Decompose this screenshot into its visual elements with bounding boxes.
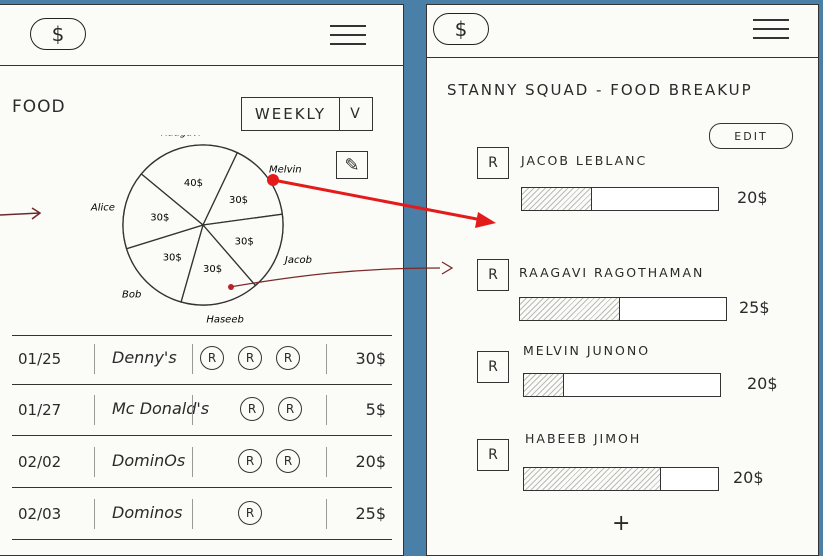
transaction-amount: 25$ bbox=[355, 504, 386, 523]
transaction-row[interactable]: 01/25 Denny's 30$ R R R bbox=[12, 335, 392, 385]
dollar-icon: $ bbox=[51, 22, 65, 46]
pie-category-label: Alice bbox=[90, 202, 115, 213]
share-progress-fill bbox=[524, 468, 661, 490]
member-avatar-icon[interactable]: R bbox=[240, 397, 264, 421]
transaction-amount: 30$ bbox=[355, 349, 386, 368]
chevron-down-icon[interactable]: V bbox=[340, 98, 372, 130]
transaction-place: DominOs bbox=[112, 451, 186, 470]
member-avatar-icon[interactable]: R bbox=[200, 346, 224, 370]
share-progress-fill bbox=[520, 298, 620, 320]
top-bar: $ bbox=[427, 5, 818, 58]
member-avatar-icon[interactable]: R bbox=[477, 439, 509, 471]
period-select-value: WEEKLY bbox=[242, 98, 340, 130]
food-overview-screen: $ FOOD WEEKLY V ✎ 40$Raagavi30$Melvin30$… bbox=[0, 4, 404, 556]
transaction-date: 01/25 bbox=[18, 350, 62, 368]
member-row[interactable]: R MELVIN JUNONO 20$ bbox=[427, 339, 820, 439]
member-avatar-icon[interactable]: R bbox=[278, 397, 302, 421]
transaction-row[interactable]: 02/03 Dominos 25$ R bbox=[12, 491, 392, 540]
member-amount: 25$ bbox=[739, 298, 770, 317]
member-avatar-icon[interactable]: R bbox=[477, 147, 509, 179]
transaction-date: 01/27 bbox=[18, 401, 62, 419]
member-amount: 20$ bbox=[747, 374, 778, 393]
member-row[interactable]: R RAAGAVI RAGOTHAMAN 25$ bbox=[427, 247, 820, 347]
expense-pie-chart: 40$ Raagavi 30$ Melvin 30$ Jacob 30$ Haseeb 30$ B… bbox=[0, 135, 312, 326]
pie-category-label: Haseeb bbox=[206, 315, 244, 326]
share-progress-bar bbox=[523, 373, 721, 397]
member-avatar-icon[interactable]: R bbox=[276, 346, 300, 370]
share-progress-fill bbox=[522, 188, 592, 210]
currency-button[interactable]: $ bbox=[433, 13, 489, 45]
transaction-amount: 5$ bbox=[365, 400, 386, 419]
member-amount: 20$ bbox=[737, 188, 768, 207]
pie-category-label: Raagavi bbox=[161, 135, 202, 138]
share-progress-fill bbox=[524, 374, 565, 396]
top-bar: $ bbox=[0, 5, 403, 66]
pie-value-label: 40$ bbox=[184, 178, 203, 189]
share-progress-bar bbox=[521, 187, 719, 211]
pie-value-label: 30$ bbox=[229, 195, 248, 206]
member-amount: 20$ bbox=[733, 468, 764, 487]
member-avatar-icon[interactable]: R bbox=[477, 259, 509, 291]
transaction-row[interactable]: 01/27 Mc Donald's 5$ R R bbox=[12, 387, 392, 436]
period-select[interactable]: WEEKLY V bbox=[241, 97, 373, 131]
transaction-row[interactable]: 02/02 DominOs 20$ R R bbox=[12, 439, 392, 488]
pie-value-label: 30$ bbox=[163, 252, 182, 263]
member-avatar-icon[interactable]: R bbox=[238, 449, 262, 473]
page-title: STANNY SQUAD - FOOD BREAKUP bbox=[447, 81, 753, 99]
member-name: HABEEB JIMOH bbox=[525, 431, 642, 446]
member-name: RAAGAVI RAGOTHAMAN bbox=[519, 265, 705, 280]
member-name: MELVIN JUNONO bbox=[523, 343, 651, 358]
dollar-icon: $ bbox=[454, 17, 468, 41]
hamburger-menu-icon[interactable] bbox=[753, 17, 789, 41]
pie-category-label: Jacob bbox=[283, 255, 312, 266]
member-avatar-icon[interactable]: R bbox=[238, 501, 262, 525]
member-avatar-icon[interactable]: R bbox=[238, 346, 262, 370]
pie-value-label: 30$ bbox=[235, 237, 254, 248]
transaction-date: 02/03 bbox=[18, 505, 62, 523]
transaction-date: 02/02 bbox=[18, 453, 62, 471]
food-breakup-screen: $ STANNY SQUAD - FOOD BREAKUP EDIT R JACO… bbox=[426, 4, 819, 556]
currency-button[interactable]: $ bbox=[30, 18, 86, 50]
hamburger-menu-icon[interactable] bbox=[330, 23, 366, 47]
member-avatar-icon[interactable]: R bbox=[477, 351, 509, 383]
share-progress-bar bbox=[523, 467, 719, 491]
share-progress-bar bbox=[519, 297, 727, 321]
member-name: JACOB LEBLANC bbox=[521, 153, 648, 168]
pie-category-label: Melvin bbox=[269, 164, 302, 175]
pie-value-label: 30$ bbox=[203, 264, 222, 275]
transaction-place: Denny's bbox=[112, 348, 177, 367]
transaction-place: Mc Donald's bbox=[112, 399, 210, 418]
transaction-amount: 20$ bbox=[355, 452, 386, 471]
member-row[interactable]: R JACOB LEBLANC 20$ bbox=[427, 135, 820, 235]
transaction-place: Dominos bbox=[112, 503, 183, 522]
pie-value-label: 30$ bbox=[150, 212, 169, 223]
add-member-button[interactable]: + bbox=[612, 511, 630, 536]
member-avatar-icon[interactable]: R bbox=[276, 449, 300, 473]
category-title: FOOD bbox=[12, 97, 66, 117]
pie-category-label: Bob bbox=[122, 290, 141, 301]
